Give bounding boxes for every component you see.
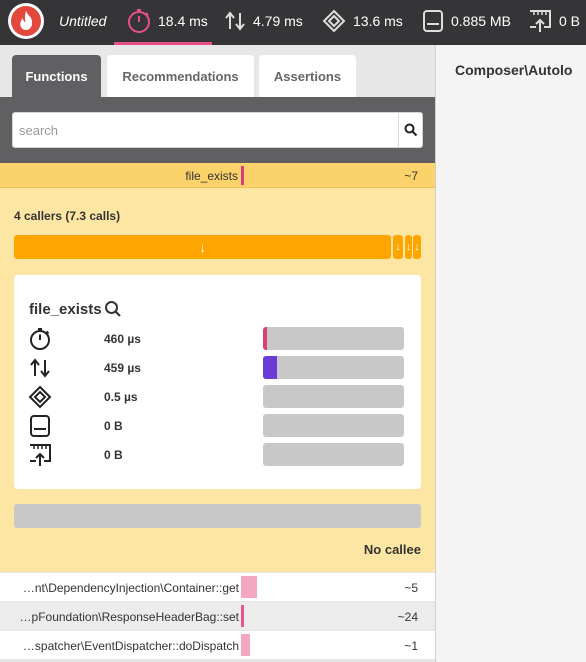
callers-section: 4 callers (7.3 calls) ↓ ↓ ↓ ↓ file_exist… xyxy=(0,188,435,572)
arrow-down-icon: ↓ xyxy=(199,239,206,255)
arrow-down-icon: ↓ xyxy=(395,241,401,253)
search-button[interactable] xyxy=(398,113,422,147)
caller-bar[interactable]: ↓ xyxy=(393,235,403,259)
list-item[interactable]: …pFoundation\ResponseHeaderBag::set ~24 xyxy=(0,601,435,630)
tab-assertions[interactable]: Assertions xyxy=(259,55,356,97)
list-item[interactable]: …nt\DependencyInjection\Container::get ~… xyxy=(0,572,435,601)
arrow-down-icon: ↓ xyxy=(405,241,412,253)
detail-panel: Composer\Autolo xyxy=(436,45,586,662)
detail-panel-title: Composer\Autolo xyxy=(455,62,573,78)
row-cost-bar xyxy=(241,605,244,627)
metric-cpu-time[interactable]: 13.6 ms xyxy=(321,8,403,34)
stat-bar xyxy=(263,443,404,466)
stat-bar xyxy=(263,414,404,437)
metric-value: 13.6 ms xyxy=(353,13,403,29)
tab-functions[interactable]: Functions xyxy=(12,55,101,97)
top-bar: Untitled 18.4 ms 4.79 ms 13.6 ms 0.885 M… xyxy=(0,0,586,45)
metric-memory[interactable]: 0.885 MB xyxy=(421,8,511,34)
metric-value: 18.4 ms xyxy=(158,13,208,29)
stopwatch-icon xyxy=(128,9,150,33)
detail-function-name: file_exists xyxy=(29,300,102,318)
stat-network: 0 B xyxy=(14,443,421,467)
stat-value: 0.5 µs xyxy=(104,390,138,404)
no-callee-label: No callee xyxy=(363,542,421,557)
metric-network[interactable]: 0 B xyxy=(527,8,580,34)
search-icon xyxy=(404,123,417,137)
stat-bar xyxy=(263,356,404,379)
function-call-count: ~5 xyxy=(404,581,418,595)
caller-bar[interactable]: ↓ xyxy=(14,235,391,259)
stat-value: 460 µs xyxy=(104,332,141,346)
app-logo[interactable] xyxy=(8,3,44,39)
metric-value: 4.79 ms xyxy=(253,13,303,29)
stat-value: 0 B xyxy=(104,419,123,433)
callees-bar xyxy=(14,504,421,528)
function-name: …pFoundation\ResponseHeaderBag::set xyxy=(19,610,239,624)
caller-bar[interactable]: ↓ xyxy=(405,235,412,259)
cpu-icon xyxy=(28,385,52,409)
metric-value: 0 B xyxy=(559,13,581,29)
row-cost-bar xyxy=(241,576,257,598)
stat-bar xyxy=(263,327,404,350)
function-cost-bar xyxy=(241,166,244,185)
search-box xyxy=(12,112,423,148)
row-cost-bar xyxy=(241,634,250,656)
stat-cpu-time: 0.5 µs xyxy=(14,385,421,409)
search-bar xyxy=(0,97,435,163)
stat-memory: 0 B xyxy=(14,414,421,438)
stat-io-time: 459 µs xyxy=(14,356,421,380)
metric-wall-time[interactable]: 18.4 ms xyxy=(126,8,208,34)
function-name: …spatcher\EventDispatcher::doDispatch xyxy=(22,639,239,653)
function-call-count: ~7 xyxy=(404,169,418,183)
function-detail-card: file_exists 460 µs 459 µs 0.5 µs 0 B 0 B xyxy=(14,275,421,489)
stat-bar-fill xyxy=(263,356,278,379)
tab-bar: Functions Recommendations Assertions xyxy=(0,45,435,97)
app-window: Untitled 18.4 ms 4.79 ms 13.6 ms 0.885 M… xyxy=(0,0,586,662)
detail-title: file_exists xyxy=(29,300,122,318)
stopwatch-icon xyxy=(30,328,50,350)
callers-title: 4 callers (7.3 calls) xyxy=(14,209,121,223)
profile-title[interactable]: Untitled xyxy=(59,13,106,29)
caller-bar[interactable]: ↓ xyxy=(413,235,421,259)
function-name: …nt\DependencyInjection\Container::get xyxy=(22,581,239,595)
metric-io-time[interactable]: 4.79 ms xyxy=(223,8,303,34)
flame-icon xyxy=(20,11,33,30)
stat-bar-fill xyxy=(263,327,268,350)
stat-value: 0 B xyxy=(104,448,123,462)
io-arrows-icon xyxy=(30,358,50,378)
search-icon[interactable] xyxy=(104,300,122,318)
arrow-down-icon: ↓ xyxy=(414,241,420,253)
list-item[interactable]: …spatcher\EventDispatcher::doDispatch ~1 xyxy=(0,630,435,659)
functions-panel: Functions Recommendations Assertions fil… xyxy=(0,45,436,662)
function-call-count: ~1 xyxy=(404,639,418,653)
stat-bar xyxy=(263,385,404,408)
io-arrows-icon xyxy=(225,11,245,31)
network-icon xyxy=(30,444,51,466)
search-input[interactable] xyxy=(13,113,399,147)
function-name: file_exists xyxy=(185,169,238,183)
network-icon xyxy=(530,10,551,32)
function-call-count: ~24 xyxy=(397,610,418,624)
selected-function-row[interactable]: file_exists ~7 xyxy=(0,163,435,188)
stat-value: 459 µs xyxy=(104,361,141,375)
tab-recommendations[interactable]: Recommendations xyxy=(107,55,254,97)
stat-wall-time: 460 µs xyxy=(14,327,421,351)
memory-icon xyxy=(423,10,443,32)
metric-value: 0.885 MB xyxy=(451,13,511,29)
memory-icon xyxy=(30,415,50,437)
cpu-icon xyxy=(322,9,346,33)
